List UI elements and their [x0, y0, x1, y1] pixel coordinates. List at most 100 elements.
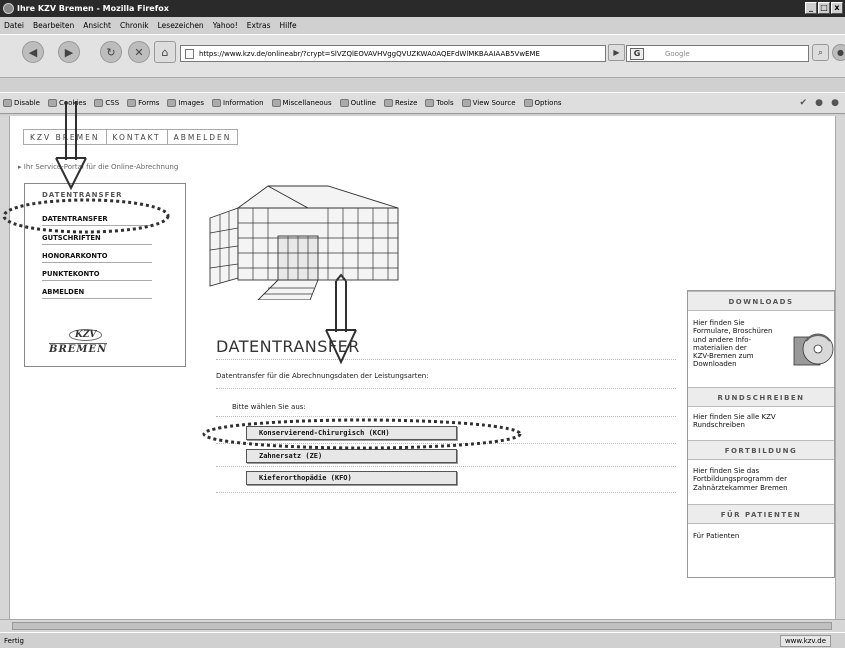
sidebar-item-gutschriften[interactable]: GUTSCHRIFTEN — [42, 234, 152, 245]
go-arrow-icon[interactable]: ▶ — [608, 44, 625, 61]
images-icon — [167, 99, 177, 107]
cookies-icon — [47, 99, 57, 107]
url-text: https://www.kzv.de/onlineabr/?crypt=SlVZ… — [199, 49, 540, 58]
web-developer-toolbar: Disable Cookies CSS Forms Images Informa… — [0, 92, 845, 114]
addon-icon[interactable]: ● — [832, 44, 845, 61]
status-text: Fertig — [4, 636, 24, 645]
breadcrumb-text: Ihr Service-Portal für die Online-Abrech… — [23, 163, 179, 171]
fuer-patienten-text: Für Patienten — [693, 532, 740, 540]
information-icon — [212, 99, 222, 107]
menu-datei[interactable]: Datei — [4, 21, 24, 30]
fuer-patienten-heading[interactable]: FÜR PATIENTEN — [688, 504, 834, 524]
minimize-button[interactable]: _ — [805, 2, 817, 14]
page-viewport: KZV BREMEN KONTAKT ABMELDEN ▸ Ihr Servic… — [10, 116, 835, 619]
devbar-options[interactable]: Options — [523, 99, 562, 107]
disable-icon — [3, 99, 12, 107]
devbar-outline[interactable]: Outline — [339, 99, 376, 107]
forward-button[interactable]: ▶ — [58, 41, 80, 63]
browser-window: Ihre KZV Bremen - Mozilla Firefox _ □ x … — [0, 0, 845, 648]
choice-button-kch[interactable]: Konservierend-Chirurgisch (KCH) — [246, 426, 457, 440]
top-navigation: KZV BREMEN KONTAKT ABMELDEN — [23, 129, 239, 145]
downloads-heading[interactable]: DOWNLOADS — [688, 291, 834, 311]
stop-icon[interactable]: ✕ — [128, 41, 150, 63]
selection-prompt: Bitte wählen Sie aus: — [232, 403, 306, 411]
miscellaneous-icon — [271, 99, 281, 107]
divider — [216, 466, 676, 467]
resize-icon — [383, 99, 393, 107]
home-icon[interactable]: ⌂ — [154, 41, 176, 63]
menu-lesezeichen[interactable]: Lesezeichen — [158, 21, 204, 30]
sidebar-item-punktekonto[interactable]: PUNKTEKONTO — [42, 270, 152, 281]
devbar-disable[interactable]: Disable — [3, 99, 40, 107]
downloads-text: Hier finden Sie Formulare, Broschüren un… — [693, 319, 773, 369]
menu-chronik[interactable]: Chronik — [120, 21, 149, 30]
devbar-view-source[interactable]: View Source — [461, 99, 516, 107]
building-illustration — [209, 185, 399, 300]
fortbildung-text: Hier finden Sie das Fortbildungsprogramm… — [693, 467, 788, 492]
rundschreiben-text: Hier finden Sie alle KZV Rundschreiben — [693, 413, 776, 430]
divider — [216, 443, 676, 444]
firefox-icon — [3, 3, 14, 14]
rundschreiben-heading[interactable]: RUNDSCHREIBEN — [688, 387, 834, 407]
maximize-button[interactable]: □ — [818, 2, 830, 14]
devbar-cookies[interactable]: Cookies — [47, 99, 86, 107]
devbar-tools[interactable]: Tools — [425, 99, 454, 107]
outline-icon — [339, 99, 349, 107]
search-icon[interactable]: ⌕ — [812, 44, 829, 61]
vertical-scrollbar[interactable] — [835, 116, 845, 619]
menu-ansicht[interactable]: Ansicht — [83, 21, 111, 30]
divider — [216, 492, 676, 493]
devbar-images[interactable]: Images — [167, 99, 204, 107]
choice-button-kfo[interactable]: Kieferorthopädie (KFO) — [246, 471, 457, 485]
devbar-resize[interactable]: Resize — [383, 99, 417, 107]
sidebar-heading: DATENTRANSFER — [42, 191, 123, 199]
scrollbar-thumb[interactable] — [12, 622, 832, 630]
fortbildung-heading[interactable]: FORTBILDUNG — [688, 440, 834, 460]
devbar-forms[interactable]: Forms — [127, 99, 159, 107]
checkmark-icon[interactable]: ✔ — [799, 98, 807, 108]
divider — [216, 388, 676, 389]
window-title: Ihre KZV Bremen - Mozilla Firefox — [17, 4, 169, 13]
kzv-bremen-logo: KZV BREMEN — [49, 329, 108, 355]
google-icon[interactable]: G — [630, 48, 644, 60]
breadcrumb: ▸ Ihr Service-Portal für die Online-Abre… — [18, 163, 178, 171]
navigation-toolbar: ◀ ▶ ↻ ✕ ⌂ https://www.kzv.de/onlineabr/?… — [0, 34, 845, 78]
devbar-css[interactable]: CSS — [94, 99, 119, 107]
back-button[interactable]: ◀ — [22, 41, 44, 63]
menu-extras[interactable]: Extras — [247, 21, 271, 30]
sidebar-item-honorarkonto[interactable]: HONORARKONTO — [42, 252, 152, 263]
menu-bearbeiten[interactable]: Bearbeiten — [33, 21, 74, 30]
error-icon[interactable]: ● — [815, 98, 823, 108]
sidebar-item-abmelden[interactable]: ABMELDEN — [42, 288, 152, 299]
divider — [216, 359, 676, 360]
page-title: DATENTRANSFER — [216, 337, 360, 356]
nav-abmelden[interactable]: ABMELDEN — [168, 130, 238, 144]
css-icon — [94, 99, 104, 107]
choice-button-ze[interactable]: Zahnersatz (ZE) — [246, 449, 457, 463]
page-icon — [185, 49, 194, 59]
forms-icon — [127, 99, 137, 107]
reload-icon[interactable]: ↻ — [100, 41, 122, 63]
status-host: www.kzv.de — [779, 635, 831, 647]
nav-kontakt[interactable]: KONTAKT — [107, 130, 168, 144]
cd-icon — [793, 333, 834, 366]
close-button[interactable]: x — [831, 2, 843, 14]
tools-icon — [425, 99, 435, 107]
search-placeholder: Google — [665, 49, 690, 58]
devbar-miscellaneous[interactable]: Miscellaneous — [271, 99, 332, 107]
devbar-information[interactable]: Information — [212, 99, 264, 107]
horizontal-scrollbar[interactable] — [0, 619, 845, 632]
info-icon[interactable]: ● — [831, 98, 839, 108]
divider — [216, 416, 676, 417]
page-subtitle: Datentransfer für die Abrechnungsdaten d… — [216, 372, 429, 380]
nav-kzv-bremen[interactable]: KZV BREMEN — [24, 130, 107, 144]
search-input[interactable]: G Google — [626, 45, 809, 62]
sidebar: DATENTRANSFER DATENTRANSFER GUTSCHRIFTEN… — [24, 183, 186, 367]
options-icon — [523, 99, 533, 107]
menu-hilfe[interactable]: Hilfe — [280, 21, 297, 30]
sidebar-item-datentransfer[interactable]: DATENTRANSFER — [42, 215, 152, 226]
menu-bar: Datei Bearbeiten Ansicht Chronik Lesezei… — [0, 17, 845, 34]
menu-yahoo[interactable]: Yahoo! — [213, 21, 238, 30]
title-bar: Ihre KZV Bremen - Mozilla Firefox _ □ x — [0, 0, 845, 17]
url-bar[interactable]: https://www.kzv.de/onlineabr/?crypt=SlVZ… — [180, 45, 606, 62]
